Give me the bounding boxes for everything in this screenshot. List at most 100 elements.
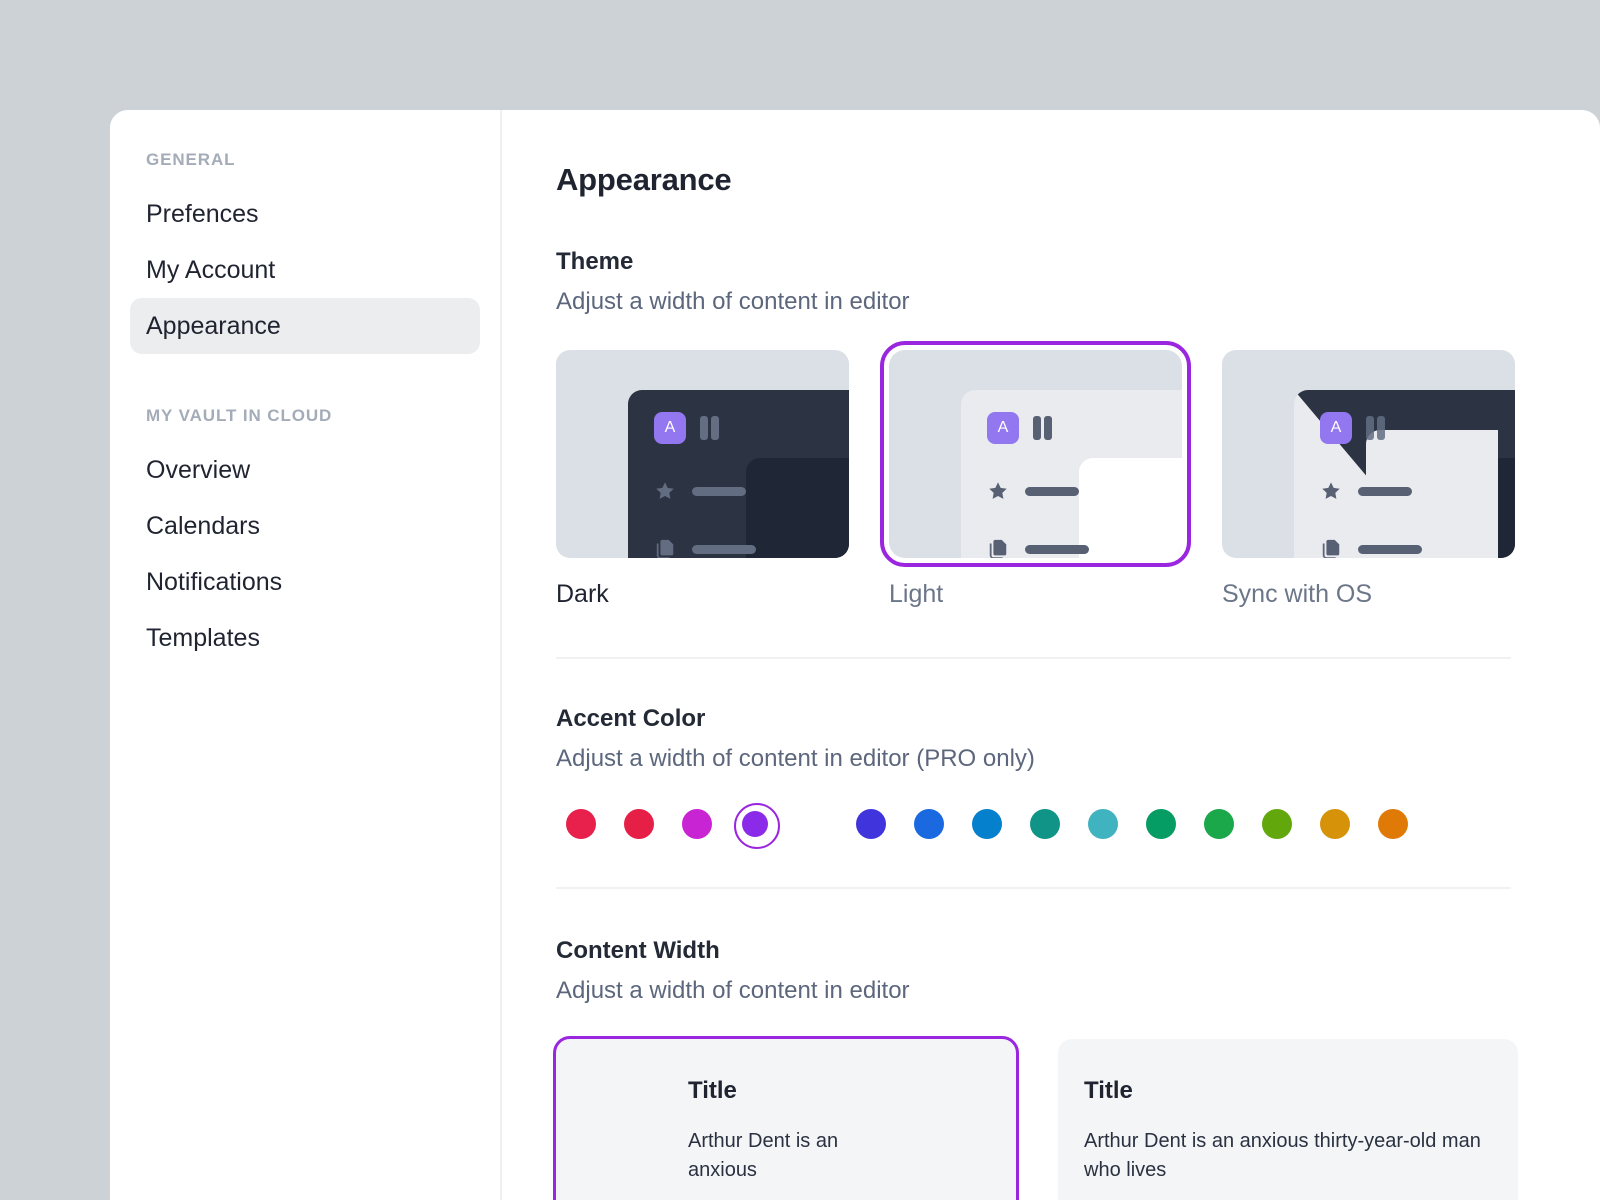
preview-canvas (746, 458, 849, 558)
sidebar-item-my-account[interactable]: My Account (130, 242, 480, 298)
sidebar-item-calendars[interactable]: Calendars (130, 498, 480, 554)
accent-red[interactable] (624, 809, 654, 839)
preview-body: Arthur Dent is an anxious (688, 1130, 839, 1181)
swatch-dot (914, 809, 944, 839)
preview-title: Title (1084, 1077, 1133, 1104)
theme-preview-light[interactable]: A (880, 341, 1191, 567)
preview-text-bar (1025, 544, 1089, 554)
content-width-subheading: Adjust a width of content in editor (556, 977, 910, 1004)
swatch-dot (1088, 809, 1118, 839)
accent-amber[interactable] (1320, 809, 1350, 839)
swatch-dot (742, 811, 768, 837)
preview-window: A (961, 390, 1182, 558)
swatch-dot (1030, 809, 1060, 839)
preview-text-bar (692, 544, 756, 554)
sidebar-item-label: Notifications (146, 567, 283, 596)
sidebar-item-notifications[interactable]: Notifications (130, 554, 480, 610)
accent-lime[interactable] (1262, 809, 1292, 839)
preview-canvas (1079, 458, 1182, 558)
accent-indigo[interactable] (856, 809, 886, 839)
accent-color-section: Accent Color Adjust a width of content i… (556, 705, 1600, 849)
accent-blue[interactable] (914, 809, 944, 839)
accent-emerald[interactable] (1146, 809, 1176, 839)
theme-preview-sync-with-os[interactable]: A (1222, 350, 1515, 558)
swatch-dot (972, 809, 1002, 839)
sidebar-item-overview[interactable]: Overview (130, 442, 480, 498)
copy-icon (1320, 538, 1342, 558)
sidebar-group-title-general: GENERAL (146, 150, 236, 169)
swatch-dot (1320, 809, 1350, 839)
swatch-dot (798, 809, 828, 839)
swatch-dot (566, 809, 596, 839)
content-width-section: Content Width Adjust a width of content … (553, 937, 1600, 1200)
theme-section: Theme Adjust a width of content in edito… (556, 248, 1600, 609)
accent-teal[interactable] (1030, 809, 1060, 839)
sidebar-item-label: Prefences (146, 199, 259, 228)
page-title: Appearance (556, 162, 732, 197)
preview-ui: A (654, 412, 756, 558)
theme-label-light: Light (889, 580, 944, 608)
star-icon (654, 480, 676, 502)
sidebar: GENERAL Prefences My Account Appearance … (110, 110, 502, 1200)
preview-list-row-star (987, 480, 1089, 502)
accent-heading: Accent Color (556, 705, 706, 732)
content-width-option-wide[interactable]: Title Arthur Dent is an anxious thirty-y… (1058, 1039, 1518, 1200)
theme-preview-dark[interactable]: A (556, 350, 849, 558)
divider-theme-accent (556, 657, 1511, 659)
content-width-option-narrow[interactable]: Title Arthur Dent is an anxious (553, 1036, 1019, 1200)
preview-title: Title (688, 1077, 737, 1104)
theme-option-dark[interactable]: A Dark (556, 350, 849, 609)
preview-list-row-copy (987, 538, 1089, 558)
star-icon (987, 480, 1009, 502)
letter-a-badge: A (987, 412, 1019, 444)
theme-option-sync-with-os[interactable]: A Sync with OS (1222, 350, 1515, 609)
accent-azure[interactable] (972, 809, 1002, 839)
content-width-options-row: Title Arthur Dent is an anxious Title Ar… (553, 1036, 1600, 1200)
split-view-icon (1366, 416, 1385, 440)
preview-body: Arthur Dent is an anxious thirty-year-ol… (1084, 1130, 1481, 1181)
sidebar-item-appearance[interactable]: Appearance (130, 298, 480, 354)
preview-toolbar: A (654, 412, 756, 444)
accent-cyan[interactable] (1088, 809, 1118, 839)
sidebar-item-label: My Account (146, 255, 276, 284)
accent-green[interactable] (1204, 809, 1234, 839)
preview-text-bar (692, 486, 746, 496)
preview-ui: A (1320, 412, 1422, 558)
swatch-dot (624, 809, 654, 839)
preview-list-row-star (654, 480, 756, 502)
preview-list-row-star (1320, 480, 1422, 502)
accent-orange[interactable] (1378, 809, 1408, 839)
accent-violet[interactable] (798, 809, 828, 839)
split-view-icon (1033, 416, 1052, 440)
theme-label-sync-with-os: Sync with OS (1222, 580, 1373, 608)
divider-accent-width (556, 887, 1511, 889)
preview-window: A (628, 390, 849, 558)
sidebar-item-templates[interactable]: Templates (130, 610, 480, 666)
swatch-dot (856, 809, 886, 839)
preview-text-bar (1358, 544, 1422, 554)
settings-window: GENERAL Prefences My Account Appearance … (110, 110, 1600, 1200)
swatch-dot (1378, 809, 1408, 839)
accent-purple[interactable] (734, 803, 780, 849)
theme-option-light[interactable]: A Light (880, 341, 1191, 609)
swatch-dot (682, 809, 712, 839)
sidebar-item-label: Calendars (146, 511, 260, 540)
settings-main-panel: Appearance Theme Adjust a width of conte… (502, 110, 1600, 1200)
sidebar-item-prefences[interactable]: Prefences (130, 186, 480, 242)
accent-magenta[interactable] (682, 809, 712, 839)
preview-list-row-copy (654, 538, 756, 558)
preview-ui: A (987, 412, 1089, 558)
letter-a-badge: A (1320, 412, 1352, 444)
sidebar-group-title-my-vault-in-cloud: MY VAULT IN CLOUD (146, 406, 333, 425)
copy-icon (987, 538, 1009, 558)
swatch-dot (1204, 809, 1234, 839)
preview-toolbar: A (1320, 412, 1422, 444)
swatch-dot (1262, 809, 1292, 839)
swatch-dot (1146, 809, 1176, 839)
split-view-icon (700, 416, 719, 440)
accent-crimson[interactable] (566, 809, 596, 839)
sidebar-item-label: Templates (146, 623, 260, 652)
preview-list-row-copy (1320, 538, 1422, 558)
preview-toolbar: A (987, 412, 1089, 444)
accent-swatch-row (556, 803, 1600, 849)
